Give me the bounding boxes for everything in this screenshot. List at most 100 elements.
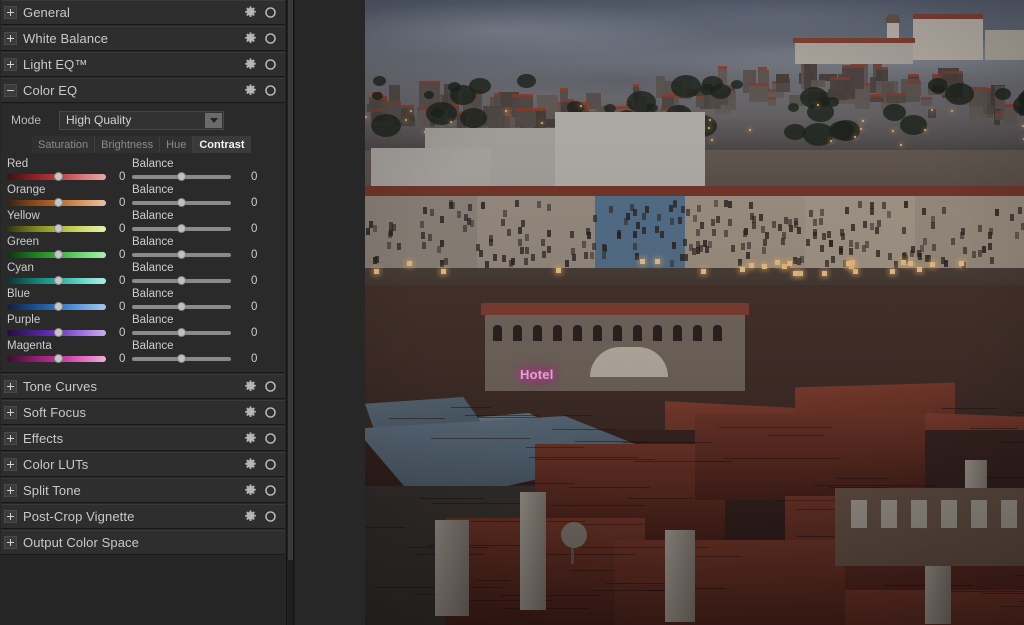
balance-slider-yellow[interactable] <box>132 224 231 233</box>
slider-value-blue[interactable]: 0 <box>119 301 125 313</box>
slider-thumb[interactable] <box>54 328 63 337</box>
power-icon[interactable] <box>264 484 277 497</box>
slider-value-green[interactable]: 0 <box>119 249 125 261</box>
slider-value-magenta[interactable]: 0 <box>119 353 125 365</box>
gear-icon[interactable] <box>244 484 257 497</box>
balance-thumb[interactable] <box>177 250 186 259</box>
slider-magenta[interactable] <box>7 354 106 363</box>
expand-icon[interactable] <box>4 32 17 45</box>
gear-icon[interactable] <box>244 406 257 419</box>
slider-thumb[interactable] <box>54 198 63 207</box>
chevron-down-icon[interactable] <box>205 112 222 128</box>
balance-thumb[interactable] <box>177 276 186 285</box>
scrollbar-thumb[interactable] <box>288 0 293 560</box>
balance-value-green[interactable]: 0 <box>251 249 257 261</box>
section-header-effects[interactable]: Effects <box>1 426 285 451</box>
image-preview[interactable]: INTERNACIONAL HOTEL Hotel <box>365 0 1024 625</box>
section-header-color-luts[interactable]: Color LUTs <box>1 452 285 477</box>
gear-icon[interactable] <box>244 432 257 445</box>
slider-value-cyan[interactable]: 0 <box>119 275 125 287</box>
balance-thumb[interactable] <box>177 328 186 337</box>
slider-thumb[interactable] <box>54 302 63 311</box>
section-header-color-eq[interactable]: Color EQ <box>1 78 285 103</box>
collapse-icon[interactable] <box>4 84 17 97</box>
slider-thumb[interactable] <box>54 172 63 181</box>
panel-scrollbar[interactable] <box>287 0 294 625</box>
tab-contrast[interactable]: Contrast <box>193 136 251 153</box>
balance-value-magenta[interactable]: 0 <box>251 353 257 365</box>
slider-green[interactable] <box>7 250 106 259</box>
power-icon[interactable] <box>264 32 277 45</box>
balance-slider-red[interactable] <box>132 172 231 181</box>
slider-purple[interactable] <box>7 328 106 337</box>
slider-blue[interactable] <box>7 302 106 311</box>
power-icon[interactable] <box>264 380 277 393</box>
section-header-split-tone[interactable]: Split Tone <box>1 478 285 503</box>
expand-icon[interactable] <box>4 380 17 393</box>
expand-icon[interactable] <box>4 58 17 71</box>
section-header-general[interactable]: General <box>1 0 285 25</box>
mode-dropdown[interactable]: High Quality <box>59 110 224 130</box>
gear-icon[interactable] <box>244 6 257 19</box>
slider-value-purple[interactable]: 0 <box>119 327 125 339</box>
slider-cyan[interactable] <box>7 276 106 285</box>
expand-icon[interactable] <box>4 484 17 497</box>
section-header-post-crop-vignette[interactable]: Post-Crop Vignette <box>1 504 285 529</box>
slider-yellow[interactable] <box>7 224 106 233</box>
slider-thumb[interactable] <box>54 250 63 259</box>
slider-orange[interactable] <box>7 198 106 207</box>
section-header-white-balance[interactable]: White Balance <box>1 26 285 51</box>
power-icon[interactable] <box>264 58 277 71</box>
slider-red[interactable] <box>7 172 106 181</box>
expand-icon[interactable] <box>4 536 17 549</box>
section-header-tone-curves[interactable]: Tone Curves <box>1 374 285 399</box>
balance-slider-green[interactable] <box>132 250 231 259</box>
balance-value-cyan[interactable]: 0 <box>251 275 257 287</box>
power-icon[interactable] <box>264 458 277 471</box>
section-header-output-color-space[interactable]: Output Color Space <box>1 530 285 555</box>
power-icon[interactable] <box>264 406 277 419</box>
balance-label-cyan: Balance <box>132 262 174 274</box>
balance-slider-purple[interactable] <box>132 328 231 337</box>
tab-brightness[interactable]: Brightness <box>95 136 161 153</box>
gear-icon[interactable] <box>244 32 257 45</box>
balance-value-blue[interactable]: 0 <box>251 301 257 313</box>
balance-thumb[interactable] <box>177 172 186 181</box>
slider-value-yellow[interactable]: 0 <box>119 223 125 235</box>
slider-thumb[interactable] <box>54 224 63 233</box>
expand-icon[interactable] <box>4 510 17 523</box>
balance-slider-blue[interactable] <box>132 302 231 311</box>
balance-thumb[interactable] <box>177 354 186 363</box>
expand-icon[interactable] <box>4 458 17 471</box>
tab-hue[interactable]: Hue <box>160 136 194 153</box>
gear-icon[interactable] <box>244 510 257 523</box>
section-header-light-eq[interactable]: Light EQ™ <box>1 52 285 77</box>
power-icon[interactable] <box>264 84 277 97</box>
expand-icon[interactable] <box>4 406 17 419</box>
gear-icon[interactable] <box>244 458 257 471</box>
slider-value-red[interactable]: 0 <box>119 171 125 183</box>
balance-value-yellow[interactable]: 0 <box>251 223 257 235</box>
gear-icon[interactable] <box>244 58 257 71</box>
gear-icon[interactable] <box>244 84 257 97</box>
power-icon[interactable] <box>264 432 277 445</box>
power-icon[interactable] <box>264 6 277 19</box>
balance-thumb[interactable] <box>177 198 186 207</box>
balance-thumb[interactable] <box>177 224 186 233</box>
slider-value-orange[interactable]: 0 <box>119 197 125 209</box>
balance-slider-orange[interactable] <box>132 198 231 207</box>
tab-saturation[interactable]: Saturation <box>32 136 96 153</box>
section-header-soft-focus[interactable]: Soft Focus <box>1 400 285 425</box>
balance-value-red[interactable]: 0 <box>251 171 257 183</box>
slider-thumb[interactable] <box>54 276 63 285</box>
balance-value-orange[interactable]: 0 <box>251 197 257 209</box>
slider-thumb[interactable] <box>54 354 63 363</box>
power-icon[interactable] <box>264 510 277 523</box>
balance-thumb[interactable] <box>177 302 186 311</box>
balance-slider-cyan[interactable] <box>132 276 231 285</box>
balance-value-purple[interactable]: 0 <box>251 327 257 339</box>
expand-icon[interactable] <box>4 6 17 19</box>
gear-icon[interactable] <box>244 380 257 393</box>
balance-slider-magenta[interactable] <box>132 354 231 363</box>
expand-icon[interactable] <box>4 432 17 445</box>
